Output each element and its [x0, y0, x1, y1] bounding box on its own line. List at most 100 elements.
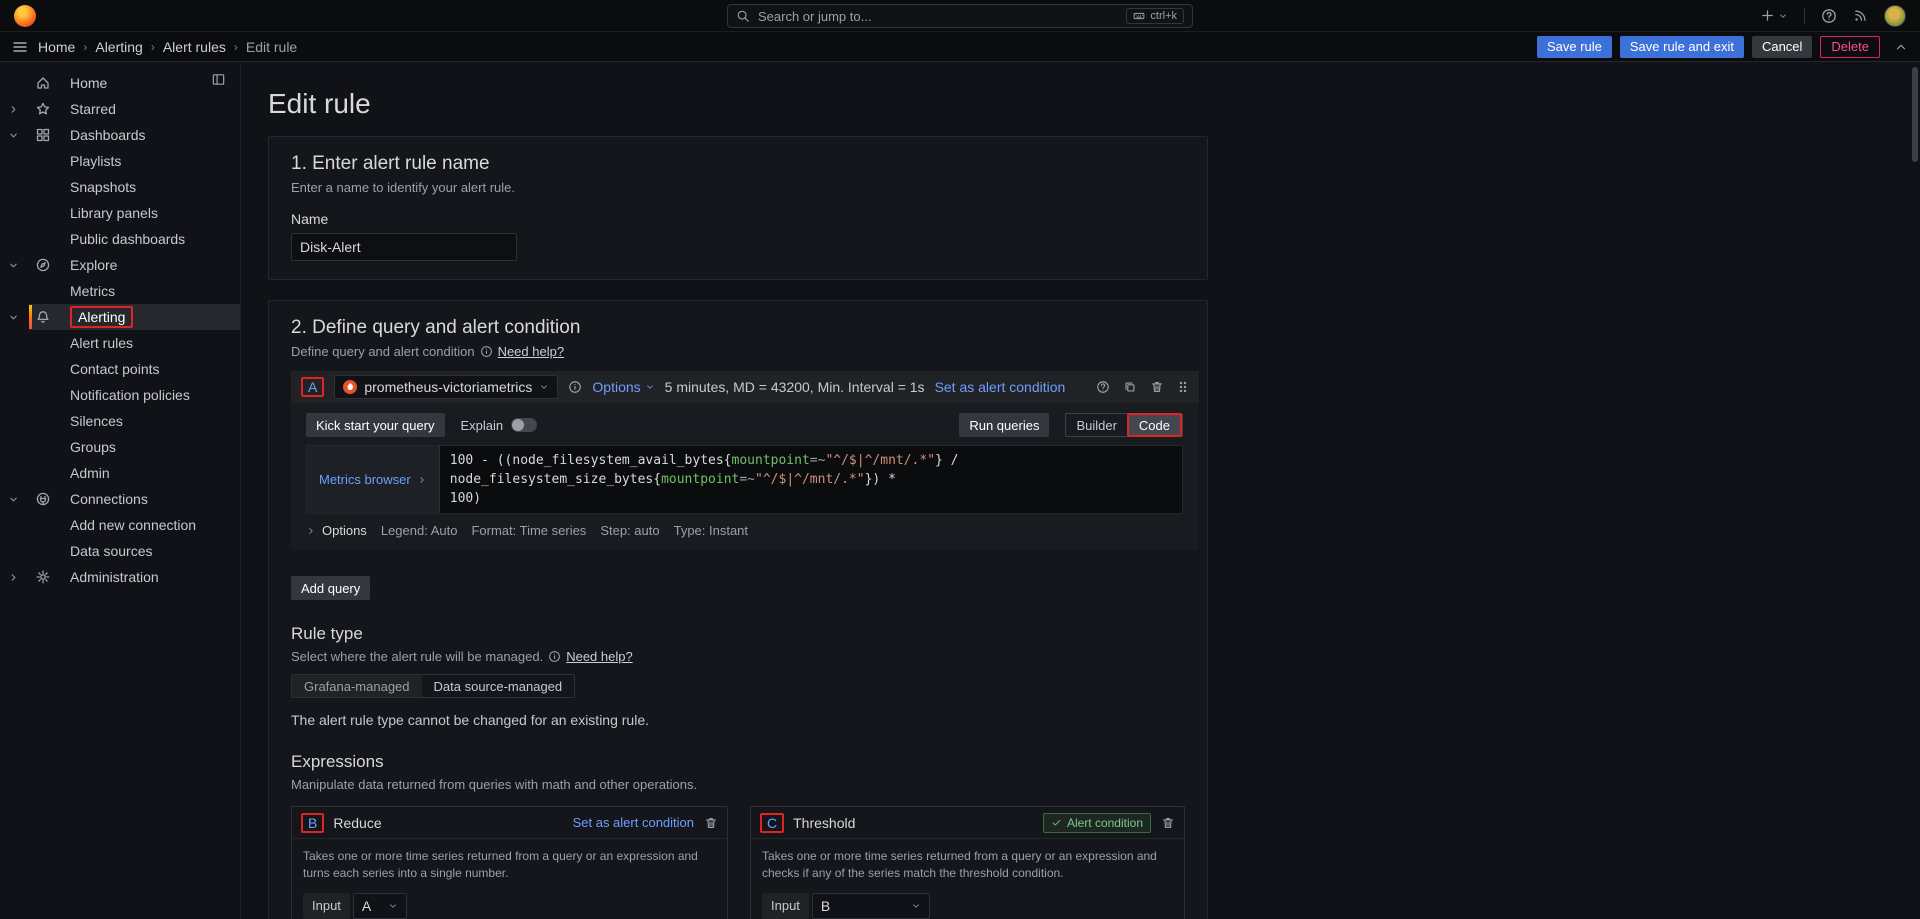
builder-mode-button[interactable]: Builder [1066, 414, 1126, 436]
add-query-button[interactable]: Add query [291, 576, 370, 600]
grafana-managed-option[interactable]: Grafana-managed [292, 675, 422, 697]
dashboards-icon [26, 127, 60, 143]
sidebar-item-starred[interactable]: Starred [0, 96, 240, 122]
reduce-input-label: Input [303, 893, 350, 919]
chevron-right-icon[interactable] [0, 104, 26, 115]
set-alert-condition-link[interactable]: Set as alert condition [935, 379, 1066, 395]
sidebar-item-contact-points[interactable]: Contact points [0, 356, 240, 382]
help-button[interactable] [1821, 8, 1837, 24]
page-scrollbar[interactable] [1912, 67, 1918, 162]
new-menu-button[interactable] [1760, 8, 1788, 23]
promql-code-editor[interactable]: 100 - ((node_filesystem_avail_bytes{moun… [439, 446, 1182, 513]
threshold-ref-badge[interactable]: C [767, 815, 777, 831]
bell-icon [26, 309, 60, 325]
rule-type-need-help-link[interactable]: Need help? [566, 649, 633, 664]
sidebar-item-dashboards[interactable]: Dashboards [0, 122, 240, 148]
sidebar-item-notification-policies[interactable]: Notification policies [0, 382, 240, 408]
sidebar-item-groups[interactable]: Groups [0, 434, 240, 460]
sidebar-item-silences[interactable]: Silences [0, 408, 240, 434]
sidebar-nav: Home Starred Dashboards Playlists Snapsh… [0, 62, 241, 919]
grafana-logo[interactable] [14, 5, 36, 27]
chevron-right-icon[interactable] [0, 572, 26, 583]
sidebar-item-public-dashboards[interactable]: Public dashboards [0, 226, 240, 252]
threshold-delete-icon[interactable] [1161, 816, 1175, 830]
code-mode-button[interactable]: Code [1127, 413, 1182, 437]
duplicate-query-icon[interactable] [1123, 380, 1137, 394]
chevron-down-icon[interactable] [0, 260, 26, 271]
chevron-right-icon [417, 475, 427, 485]
reduce-delete-icon[interactable] [704, 816, 718, 830]
search-icon [736, 9, 750, 23]
page-title: Edit rule [268, 88, 1920, 120]
chevron-right-icon [306, 526, 316, 536]
alerting-label-annotation: Alerting [70, 306, 133, 328]
drag-handle-icon[interactable] [1177, 380, 1189, 394]
rule-type-subheading: Select where the alert rule will be mana… [291, 649, 543, 664]
news-button[interactable] [1853, 8, 1868, 23]
save-rule-and-exit-button[interactable]: Save rule and exit [1620, 36, 1744, 58]
sidebar-item-add-new-connection[interactable]: Add new connection [0, 512, 240, 538]
sidebar-item-data-sources[interactable]: Data sources [0, 538, 240, 564]
reduce-expression-card: B Reduce Set as alert condition Takes on… [291, 806, 728, 919]
expressions-heading: Expressions [291, 752, 1185, 772]
breadcrumb-alerting[interactable]: Alerting [95, 39, 142, 55]
keyboard-icon [1133, 10, 1145, 22]
collapse-header-button[interactable] [1894, 40, 1908, 54]
search-input[interactable]: Search or jump to... ctrl+k [727, 4, 1193, 28]
chevron-down-icon[interactable] [0, 312, 26, 323]
sidebar-item-playlists[interactable]: Playlists [0, 148, 240, 174]
options-expander[interactable]: Options [306, 523, 367, 538]
reduce-ref-badge[interactable]: B [308, 815, 317, 831]
chevron-down-icon [911, 901, 921, 911]
section1-subheading: Enter a name to identify your alert rule… [291, 180, 1185, 195]
metrics-browser-toggle[interactable]: Metrics browser [307, 446, 439, 513]
query-ref-annotation: A [301, 377, 324, 397]
breadcrumb-alert-rules[interactable]: Alert rules [163, 39, 226, 55]
datasource-picker[interactable]: prometheus-victoriametrics [334, 375, 558, 399]
query-ref-badge[interactable]: A [308, 379, 317, 395]
delete-button[interactable]: Delete [1820, 36, 1880, 58]
name-label: Name [291, 211, 1185, 227]
section2-heading: 2. Define query and alert condition [291, 317, 1185, 339]
sidebar-item-metrics[interactable]: Metrics [0, 278, 240, 304]
query-options-toggle[interactable]: Options [592, 379, 654, 395]
query-help-icon[interactable] [1096, 380, 1110, 394]
format-option: Format: Time series [471, 523, 586, 538]
search-shortcut-badge: ctrl+k [1126, 8, 1184, 24]
chevron-down-icon[interactable] [0, 130, 26, 141]
sidebar-item-admin[interactable]: Admin [0, 460, 240, 486]
user-avatar[interactable] [1884, 5, 1906, 27]
threshold-expression-card: C Threshold Alert condition Takes one or… [750, 806, 1185, 919]
info-icon [480, 345, 493, 358]
sidebar-item-alert-rules[interactable]: Alert rules [0, 330, 240, 356]
chevron-down-icon [539, 382, 549, 392]
kick-start-query-button[interactable]: Kick start your query [306, 413, 445, 437]
sidebar-item-snapshots[interactable]: Snapshots [0, 174, 240, 200]
chevron-down-icon[interactable] [0, 494, 26, 505]
reduce-input-select[interactable]: A [353, 893, 407, 919]
data-source-managed-option[interactable]: Data source-managed [422, 675, 575, 697]
sidebar-item-explore[interactable]: Explore [0, 252, 240, 278]
sidebar-item-connections[interactable]: Connections [0, 486, 240, 512]
sidebar-item-administration[interactable]: Administration [0, 564, 240, 590]
threshold-ref-annotation: C [760, 813, 784, 833]
remove-query-icon[interactable] [1150, 380, 1164, 394]
sidebar-item-alerting[interactable]: Alerting [0, 304, 240, 330]
breadcrumb-home[interactable]: Home [38, 39, 75, 55]
menu-toggle-button[interactable] [12, 39, 28, 55]
home-icon [26, 75, 60, 91]
plug-icon [26, 491, 60, 507]
reduce-ref-annotation: B [301, 813, 324, 833]
save-rule-button[interactable]: Save rule [1537, 36, 1612, 58]
reduce-set-alert-condition-link[interactable]: Set as alert condition [573, 815, 694, 830]
sidebar-item-library-panels[interactable]: Library panels [0, 200, 240, 226]
need-help-link[interactable]: Need help? [498, 344, 565, 359]
sidebar-item-home[interactable]: Home [0, 70, 240, 96]
cancel-button[interactable]: Cancel [1752, 36, 1812, 58]
breadcrumb-separator: › [151, 40, 155, 54]
explain-toggle[interactable] [511, 418, 537, 432]
main-content: Edit rule 1. Enter alert rule name Enter… [241, 62, 1920, 919]
rule-name-input[interactable] [291, 233, 517, 261]
threshold-input-select[interactable]: B [812, 893, 930, 919]
run-queries-button[interactable]: Run queries [959, 413, 1049, 437]
